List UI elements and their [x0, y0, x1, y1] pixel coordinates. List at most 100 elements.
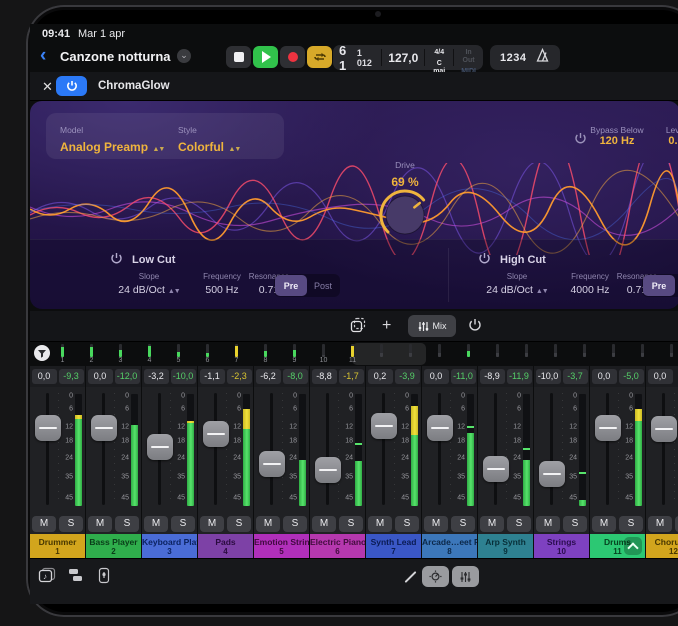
mute-button[interactable]: M	[256, 516, 280, 532]
play-button[interactable]	[253, 46, 278, 68]
volume-value[interactable]: -8,9	[480, 369, 505, 384]
close-icon[interactable]: ✕	[42, 79, 53, 95]
track-label[interactable]: Arcade…eet Pad 8	[422, 534, 477, 558]
tracks-view-icon[interactable]	[68, 567, 84, 586]
peak-level-value: -3,7	[563, 369, 588, 384]
fader-handle[interactable]	[595, 415, 621, 441]
track-label[interactable]: Arp Synth 9	[478, 534, 533, 558]
mute-button[interactable]: M	[592, 516, 616, 532]
track-label[interactable]: Pads 4	[198, 534, 253, 558]
drive-knob[interactable]	[377, 187, 433, 248]
duplicate-icon[interactable]	[350, 315, 366, 337]
fader-handle[interactable]	[35, 415, 61, 441]
mixer-power-icon[interactable]	[468, 315, 482, 337]
low-cut-slope[interactable]: Slope 24 dB/Oct ▲▼	[114, 272, 184, 296]
lcd-display[interactable]: 6 1 1 012 127,0 4/4C maj In Out MIDI	[333, 45, 483, 70]
mute-button[interactable]: M	[200, 516, 224, 532]
mute-button[interactable]: M	[144, 516, 168, 532]
track-label[interactable]: Emotion Strings 5	[254, 534, 309, 558]
cycle-button[interactable]	[307, 46, 332, 68]
volume-value[interactable]: 0,0	[648, 369, 673, 384]
chevron-up-icon[interactable]	[624, 537, 642, 555]
fader-handle[interactable]	[427, 415, 453, 441]
solo-button[interactable]: S	[451, 516, 475, 532]
solo-button[interactable]: S	[339, 516, 363, 532]
track-label[interactable]: Chorus V 12	[646, 534, 678, 558]
high-cut-power-icon[interactable]	[478, 252, 491, 268]
style-selector[interactable]: Style Colorful ▲▼	[178, 120, 240, 156]
mute-button[interactable]: M	[424, 516, 448, 532]
fader-handle[interactable]	[651, 416, 677, 442]
fader-handle[interactable]	[371, 413, 397, 439]
faders-view-button[interactable]	[452, 566, 479, 587]
browser-icon[interactable]: ♪	[38, 567, 56, 587]
fader-handle[interactable]	[147, 434, 173, 460]
track-label[interactable]: Drums 11	[590, 534, 645, 558]
volume-value[interactable]: 0,0	[88, 369, 113, 384]
channel-strip-view-icon[interactable]	[98, 567, 110, 587]
song-title[interactable]: Canzone notturna	[60, 49, 171, 64]
mute-button[interactable]: M	[536, 516, 560, 532]
fader-handle[interactable]	[91, 415, 117, 441]
mute-button[interactable]: M	[88, 516, 112, 532]
volume-value[interactable]: 0,0	[32, 369, 57, 384]
volume-value[interactable]: 0,0	[424, 369, 449, 384]
mute-solo-row: M S	[254, 513, 309, 534]
channel-values: 0,0 -11,0	[422, 366, 477, 387]
track-label[interactable]: Keyboard Player 3	[142, 534, 197, 558]
add-track-button[interactable]: +	[382, 315, 391, 337]
fader-handle[interactable]	[539, 461, 565, 487]
pre-button[interactable]: Pre	[643, 275, 675, 296]
post-button[interactable]: Post	[307, 275, 339, 296]
mute-button[interactable]: M	[312, 516, 336, 532]
solo-button[interactable]: S	[563, 516, 587, 532]
volume-value[interactable]: -6,2	[256, 369, 281, 384]
pencil-icon[interactable]	[402, 569, 418, 585]
mute-button[interactable]: M	[32, 516, 56, 532]
track-label[interactable]: Bass Player 2	[86, 534, 141, 558]
drive-control[interactable]: Drive 69 %	[369, 155, 441, 191]
level-control[interactable]: Level 0.0	[656, 125, 678, 147]
mute-button[interactable]: M	[480, 516, 504, 532]
solo-button[interactable]: S	[507, 516, 531, 532]
fader-handle[interactable]	[203, 421, 229, 447]
model-selector[interactable]: Model Analog Preamp ▲▼	[60, 120, 164, 156]
solo-button[interactable]: S	[395, 516, 419, 532]
volume-value[interactable]: -10,0	[536, 369, 561, 384]
controls-view-button[interactable]	[422, 566, 449, 587]
solo-button[interactable]: S	[171, 516, 195, 532]
count-in-button[interactable]: 1234	[500, 52, 526, 64]
fader-handle[interactable]	[315, 457, 341, 483]
record-button[interactable]	[280, 46, 305, 68]
bypass-below-control[interactable]: Bypass Below 120 Hz	[586, 125, 648, 147]
metronome-icon[interactable]	[535, 48, 550, 68]
stop-button[interactable]	[226, 46, 251, 68]
volume-value[interactable]: -3,2	[144, 369, 169, 384]
chevron-down-icon[interactable]: ⌄	[177, 49, 191, 63]
solo-button[interactable]: S	[619, 516, 643, 532]
low-cut-power-icon[interactable]	[110, 252, 123, 268]
pre-button[interactable]: Pre	[275, 275, 307, 296]
track-label[interactable]: Electric Piano 6	[310, 534, 365, 558]
high-cut-slope[interactable]: Slope 24 dB/Oct ▲▼	[482, 272, 552, 296]
mute-button[interactable]: M	[648, 516, 672, 532]
fader-handle[interactable]	[483, 456, 509, 482]
volume-value[interactable]: -8,8	[312, 369, 337, 384]
volume-value[interactable]: -1,1	[200, 369, 225, 384]
overview-meter: 6	[193, 342, 222, 366]
fader-handle[interactable]	[259, 451, 285, 477]
volume-value[interactable]: 0,2	[368, 369, 393, 384]
track-label[interactable]: Synth Lead 7	[366, 534, 421, 558]
track-label[interactable]: Strings 10	[534, 534, 589, 558]
mute-button[interactable]: M	[368, 516, 392, 532]
back-chevron-icon[interactable]: ‹	[40, 44, 46, 68]
mix-view-button[interactable]: Mix	[408, 315, 456, 337]
volume-value[interactable]: 0,0	[592, 369, 617, 384]
track-label[interactable]: Drummer 1	[30, 534, 85, 558]
track-overview-strip[interactable]: 1234567891011	[30, 342, 678, 366]
solo-button[interactable]: S	[227, 516, 251, 532]
solo-button[interactable]: S	[115, 516, 139, 532]
plugin-power-button[interactable]	[56, 76, 87, 96]
solo-button[interactable]: S	[59, 516, 83, 532]
solo-button[interactable]: S	[283, 516, 307, 532]
